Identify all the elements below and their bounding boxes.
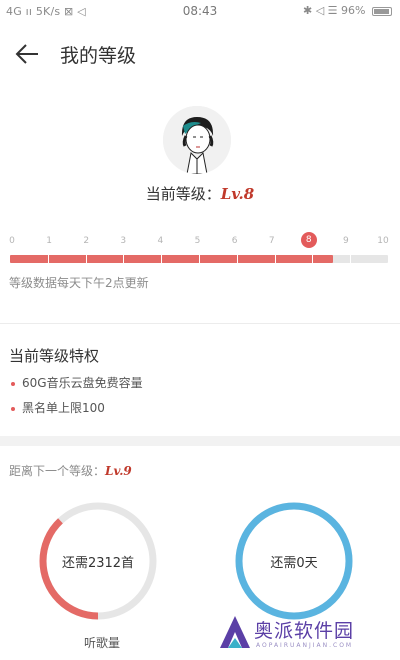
level-tick: 10 [377, 236, 389, 246]
level-tick: 6 [231, 236, 238, 246]
level-progress-fill [10, 255, 334, 263]
level-tick: 7 [268, 236, 275, 246]
level-tick: 3 [120, 236, 127, 246]
status-bar: 4G ıı 5K/s ⊠ ◁ 08:43 ✱ ◁ ☰ 96% [0, 0, 400, 24]
next-level: 距离下一个等级：Lv.9 [9, 462, 132, 479]
update-note: 等级数据每天下午2点更新 [9, 276, 149, 290]
level-segment-divider [47, 255, 49, 263]
section-separator [0, 436, 400, 446]
battery-icon [372, 6, 392, 16]
songs-caption: 听歌量 [83, 636, 120, 650]
level-tick: 5 [194, 236, 201, 246]
watermark-logo-icon [220, 616, 250, 648]
privilege-text: 黑名单上限100 [22, 401, 105, 415]
status-icons: ✱ ◁ ☰ 96% [303, 4, 366, 17]
level-tick: 4 [157, 236, 164, 246]
current-level-value: Lv.8 [220, 185, 255, 203]
avatar [163, 106, 231, 174]
level-segment-divider [199, 255, 200, 263]
songs-ring: 还需2312首 [37, 500, 159, 622]
back-arrow-icon[interactable] [14, 40, 42, 68]
songs-remaining: 还需2312首 [61, 556, 135, 571]
level-segment-divider [85, 255, 87, 263]
level-tick: 9 [343, 236, 349, 246]
level-progress-track [10, 255, 388, 263]
level-tick: 2 [83, 236, 90, 246]
level-tick: 8 [300, 232, 317, 248]
privilege-item: 60G音乐云盘免费容量 [11, 374, 143, 391]
watermark-subtext: AOPAIRUANJIAN.COM [256, 642, 354, 649]
level-segment-divider [161, 255, 163, 263]
level-segment-divider [312, 255, 314, 263]
divider [0, 323, 400, 324]
privilege-text: 60G音乐云盘免费容量 [22, 376, 143, 390]
level-segment-divider [236, 255, 238, 263]
page-title: 我的等级 [60, 45, 137, 67]
days-ring: 还需0天 [233, 500, 355, 622]
current-level-label: 当前等级： [145, 185, 221, 203]
status-right: ✱ ◁ ☰ 96% [303, 4, 392, 17]
watermark-text: 奥派软件园 [254, 620, 355, 642]
level-segment-divider [123, 255, 125, 263]
level-tick: 1 [46, 236, 52, 246]
watermark: 奥派软件园 AOPAIRUANJIAN.COM [218, 612, 398, 656]
privileges-title: 当前等级特权 [9, 347, 100, 365]
level-segment-divider [350, 255, 352, 263]
next-level-value: Lv.9 [105, 464, 132, 478]
privilege-item: 黑名单上限100 [11, 399, 105, 416]
top-bar: 我的等级 [0, 24, 400, 84]
next-level-label: 距离下一个等级： [9, 464, 106, 478]
level-tick: 0 [9, 236, 15, 246]
level-segment-divider [274, 255, 276, 263]
bullet-dot-icon [11, 381, 15, 386]
days-remaining: 还需0天 [270, 556, 318, 571]
bullet-dot-icon [11, 406, 15, 411]
level-progress: 0 1 2 3 4 5 6 7 8 9 10 [0, 232, 400, 266]
current-level: 当前等级：Lv.8 [0, 183, 400, 204]
